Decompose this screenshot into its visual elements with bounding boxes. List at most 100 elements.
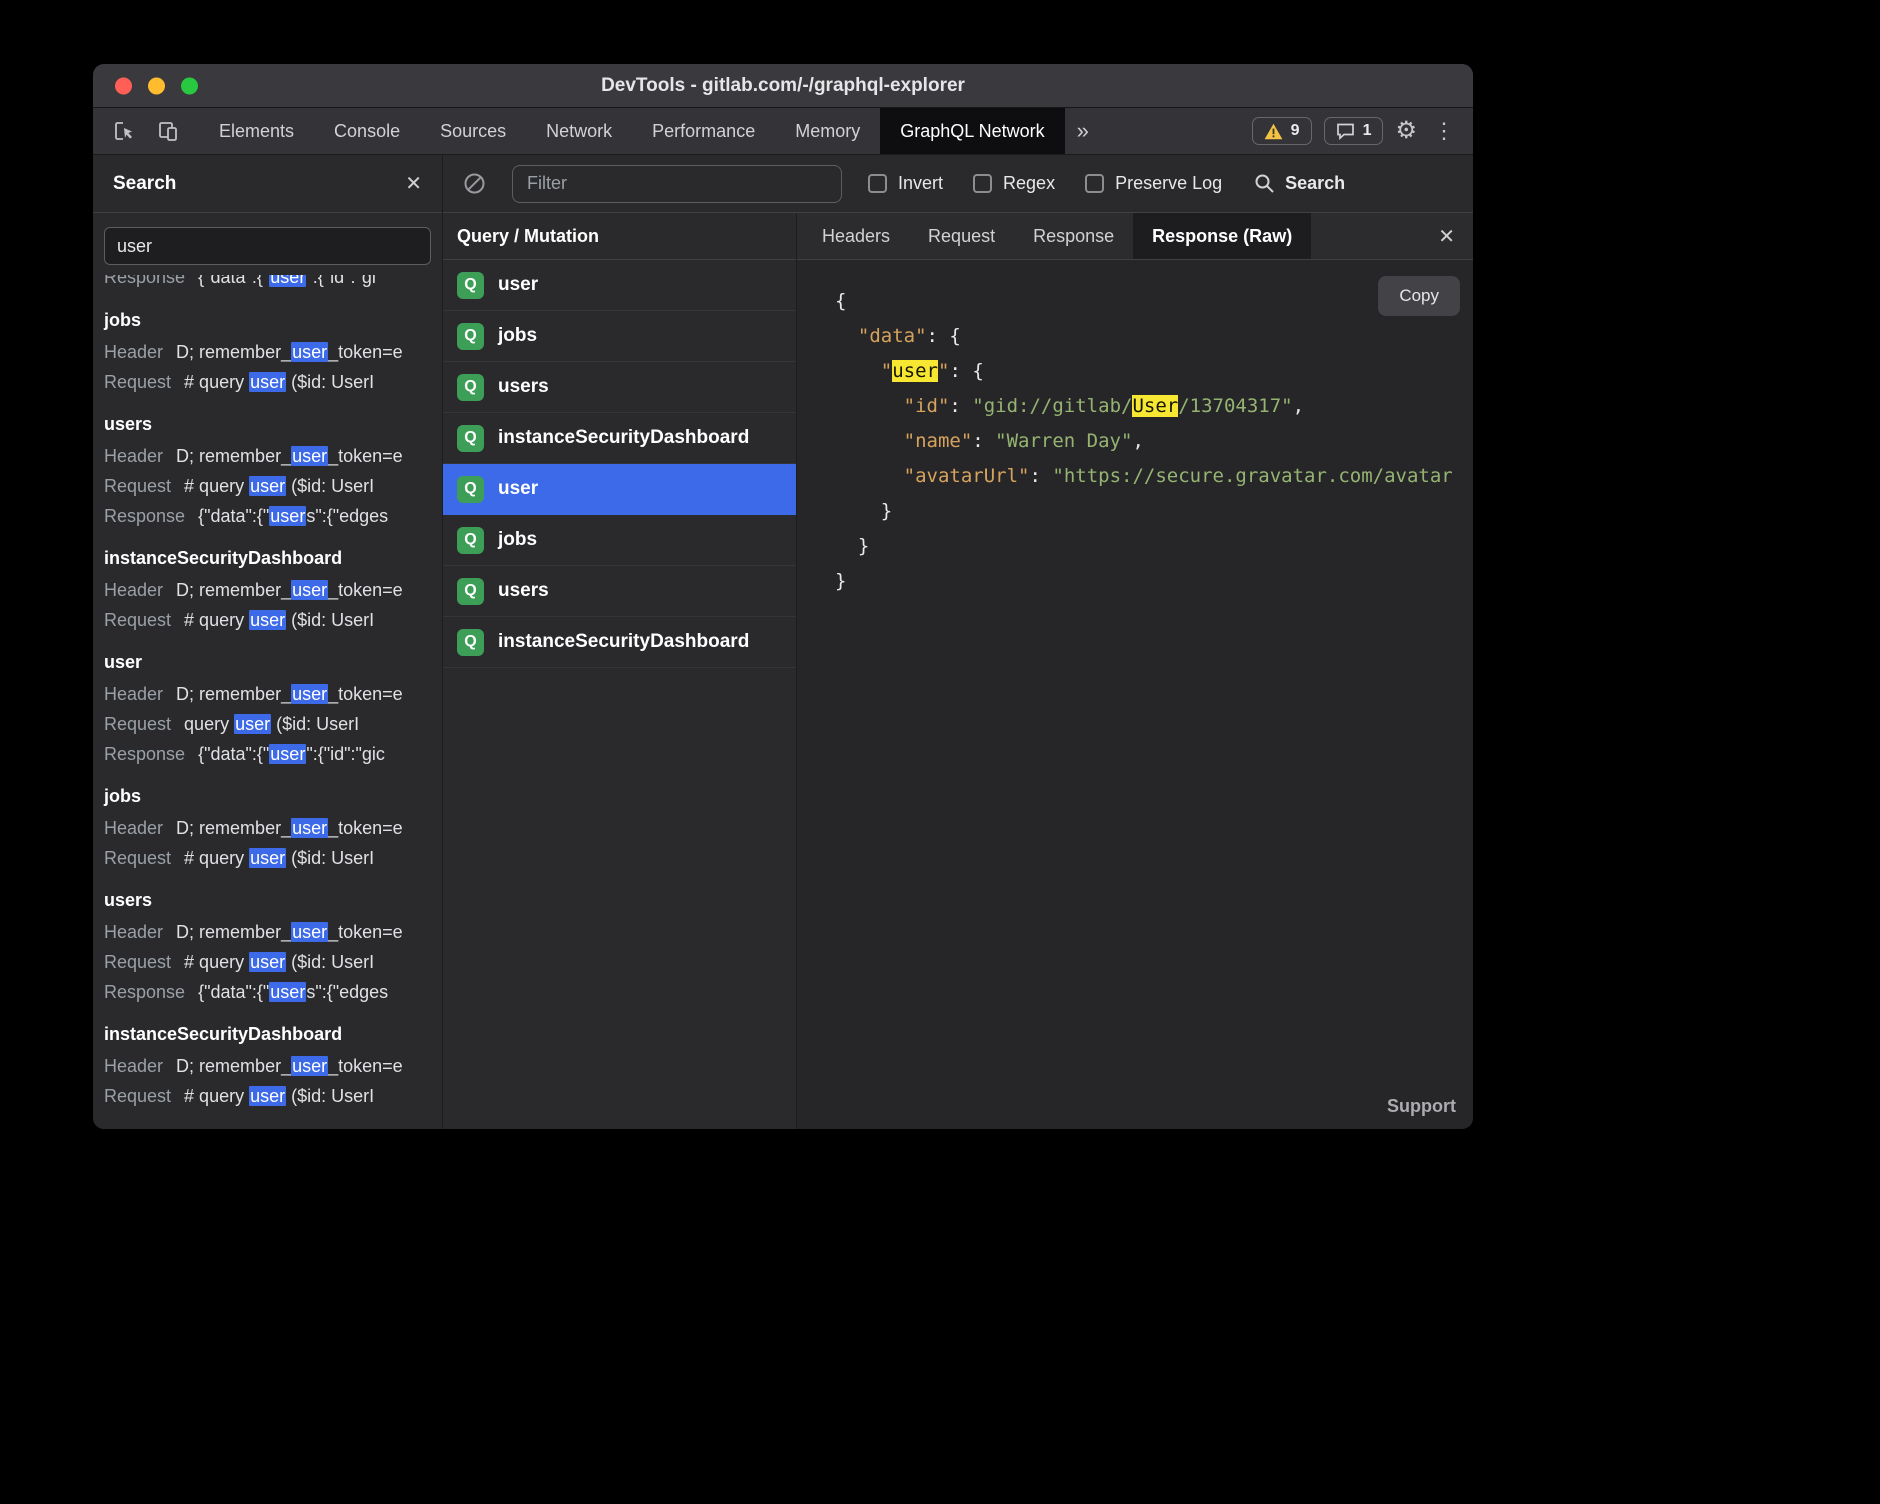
settings-gear-icon[interactable]: ⚙ (1395, 119, 1417, 143)
filter-search[interactable]: Search (1254, 173, 1345, 194)
search-panel-close-icon[interactable]: ✕ (405, 171, 422, 196)
checkbox-label: Regex (1003, 173, 1055, 194)
checkbox-label: Preserve Log (1115, 173, 1222, 194)
filter-input[interactable] (512, 165, 842, 203)
support-link[interactable]: Support (1387, 1096, 1456, 1117)
search-input[interactable] (104, 227, 431, 265)
issues-badge[interactable]: 1 (1324, 117, 1384, 145)
search-result-line[interactable]: Response{"data":{"users":{"edges (104, 501, 431, 531)
devtools-tab-graphql-network[interactable]: GraphQL Network (880, 108, 1064, 154)
more-tabs-chevron[interactable]: » (1065, 108, 1101, 154)
tab-request[interactable]: Request (909, 213, 1014, 259)
query-list-item-users[interactable]: Qusers (443, 362, 796, 413)
result-line-label: Response (104, 506, 185, 526)
query-list-panel: Query / Mutation QuserQjobsQusersQinstan… (443, 213, 797, 1129)
query-list-item-user[interactable]: Quser (443, 260, 796, 311)
query-list-item-jobs[interactable]: Qjobs (443, 311, 796, 362)
devtools-tab-elements[interactable]: Elements (199, 108, 314, 154)
result-line-label: Request (104, 952, 171, 972)
minimize-window-button[interactable] (148, 77, 165, 94)
json-key-highlight: user (892, 360, 938, 382)
search-result-line[interactable]: HeaderD; remember_user_token=e (104, 575, 431, 605)
search-result-line[interactable]: Request# query user ($id: UserI (104, 367, 431, 397)
warning-icon (1264, 123, 1283, 140)
search-result-line[interactable]: Request# query user ($id: UserI (104, 843, 431, 873)
result-line-label: Header (104, 580, 163, 600)
warnings-badge[interactable]: 9 (1252, 117, 1312, 145)
toolbar-right: 9 1 ⚙ ⋮ (1252, 108, 1473, 154)
inspect-element-icon[interactable] (109, 116, 139, 146)
response-panel-close-icon[interactable]: ✕ (1420, 213, 1473, 259)
search-result-line[interactable]: HeaderD; remember_user_token=e (104, 917, 431, 947)
warnings-count: 9 (1291, 122, 1300, 140)
query-list-item-instancesecuritydashboard[interactable]: QinstanceSecurityDashboard (443, 413, 796, 464)
checkbox-preserve-log[interactable]: Preserve Log (1085, 173, 1222, 194)
search-result-line[interactable]: HeaderD; remember_user_token=e (104, 441, 431, 471)
query-item-label: jobs (498, 529, 537, 551)
result-line-text: D; remember_ (176, 684, 291, 704)
result-line-label: Request (104, 714, 171, 734)
query-item-label: user (498, 478, 538, 500)
devtools-tab-performance[interactable]: Performance (632, 108, 775, 154)
window-title: DevTools - gitlab.com/-/graphql-explorer (601, 75, 965, 97)
zoom-window-button[interactable] (181, 77, 198, 94)
kebab-menu-icon[interactable]: ⋮ (1429, 120, 1459, 142)
checkbox-label: Invert (898, 173, 943, 194)
result-line-text: _token=e (328, 818, 403, 838)
result-line-text: s":{"edges (306, 982, 388, 1002)
json-value-highlight: User (1132, 395, 1178, 417)
search-result-line[interactable]: Request# query user ($id: UserI (104, 1081, 431, 1111)
search-results: Response{"data":{"user":{"id":"gijobsHea… (93, 273, 442, 1129)
checkbox-box[interactable] (973, 174, 992, 193)
result-line-label: Response (104, 275, 185, 287)
search-result-line[interactable]: HeaderD; remember_user_token=e (104, 813, 431, 843)
search-result-line[interactable]: Response{"data":{"user":{"id":"gic (104, 739, 431, 769)
checkbox-regex[interactable]: Regex (973, 173, 1055, 194)
devtools-tab-memory[interactable]: Memory (775, 108, 880, 154)
close-window-button[interactable] (115, 77, 132, 94)
result-line-label: Header (104, 922, 163, 942)
search-result-line[interactable]: Response{"data":{"users":{"edges (104, 977, 431, 1007)
search-result-line[interactable]: HeaderD; remember_user_token=e (104, 337, 431, 367)
device-toolbar-icon[interactable] (153, 116, 183, 146)
search-match-highlight: user (291, 684, 328, 704)
checkbox-invert[interactable]: Invert (868, 173, 943, 194)
response-tabs: HeadersRequestResponseResponse (Raw) ✕ (797, 213, 1473, 260)
checkbox-box[interactable] (1085, 174, 1104, 193)
devtools-tabs: ElementsConsoleSourcesNetworkPerformance… (199, 108, 1065, 154)
copy-button[interactable]: Copy (1378, 276, 1460, 316)
json-key: "name" (904, 430, 973, 452)
search-match-highlight: user (291, 1056, 328, 1076)
result-line-label: Response (104, 982, 185, 1002)
result-line-label: Response (104, 744, 185, 764)
json-punctuation: { (835, 290, 846, 312)
devtools-tab-network[interactable]: Network (526, 108, 632, 154)
search-result-line[interactable]: Requestquery user ($id: UserI (104, 709, 431, 739)
tab-response[interactable]: Response (1014, 213, 1133, 259)
query-list-item-jobs[interactable]: Qjobs (443, 515, 796, 566)
result-line-text: D; remember_ (176, 342, 291, 362)
checkbox-box[interactable] (868, 174, 887, 193)
query-list-header: Query / Mutation (443, 213, 796, 260)
query-type-badge: Q (457, 578, 484, 605)
query-list-item-user[interactable]: Quser (443, 464, 796, 515)
devtools-tab-sources[interactable]: Sources (420, 108, 526, 154)
search-result-line[interactable]: Request# query user ($id: UserI (104, 471, 431, 501)
search-result-line[interactable]: Request# query user ($id: UserI (104, 605, 431, 635)
query-list-item-instancesecuritydashboard[interactable]: QinstanceSecurityDashboard (443, 617, 796, 668)
tab-headers[interactable]: Headers (803, 213, 909, 259)
query-list-item-users[interactable]: Qusers (443, 566, 796, 617)
network-inner: Query / Mutation QuserQjobsQusersQinstan… (443, 213, 1473, 1129)
json-punctuation (835, 395, 904, 417)
search-result-line[interactable]: HeaderD; remember_user_token=e (104, 679, 431, 709)
block-icon[interactable] (463, 172, 486, 195)
search-result-line[interactable]: Request# query user ($id: UserI (104, 947, 431, 977)
json-punctuation: : (1029, 465, 1052, 487)
search-result-line[interactable]: HeaderD; remember_user_token=e (104, 1051, 431, 1081)
devtools-tab-console[interactable]: Console (314, 108, 420, 154)
tab-response-raw[interactable]: Response (Raw) (1133, 213, 1311, 259)
message-bubble-icon (1336, 122, 1355, 140)
devtools-window: DevTools - gitlab.com/-/graphql-explorer… (93, 64, 1473, 1129)
search-result-line[interactable]: Response{"data":{"user":{"id":"gi (104, 275, 431, 292)
search-input-wrap (93, 213, 442, 273)
